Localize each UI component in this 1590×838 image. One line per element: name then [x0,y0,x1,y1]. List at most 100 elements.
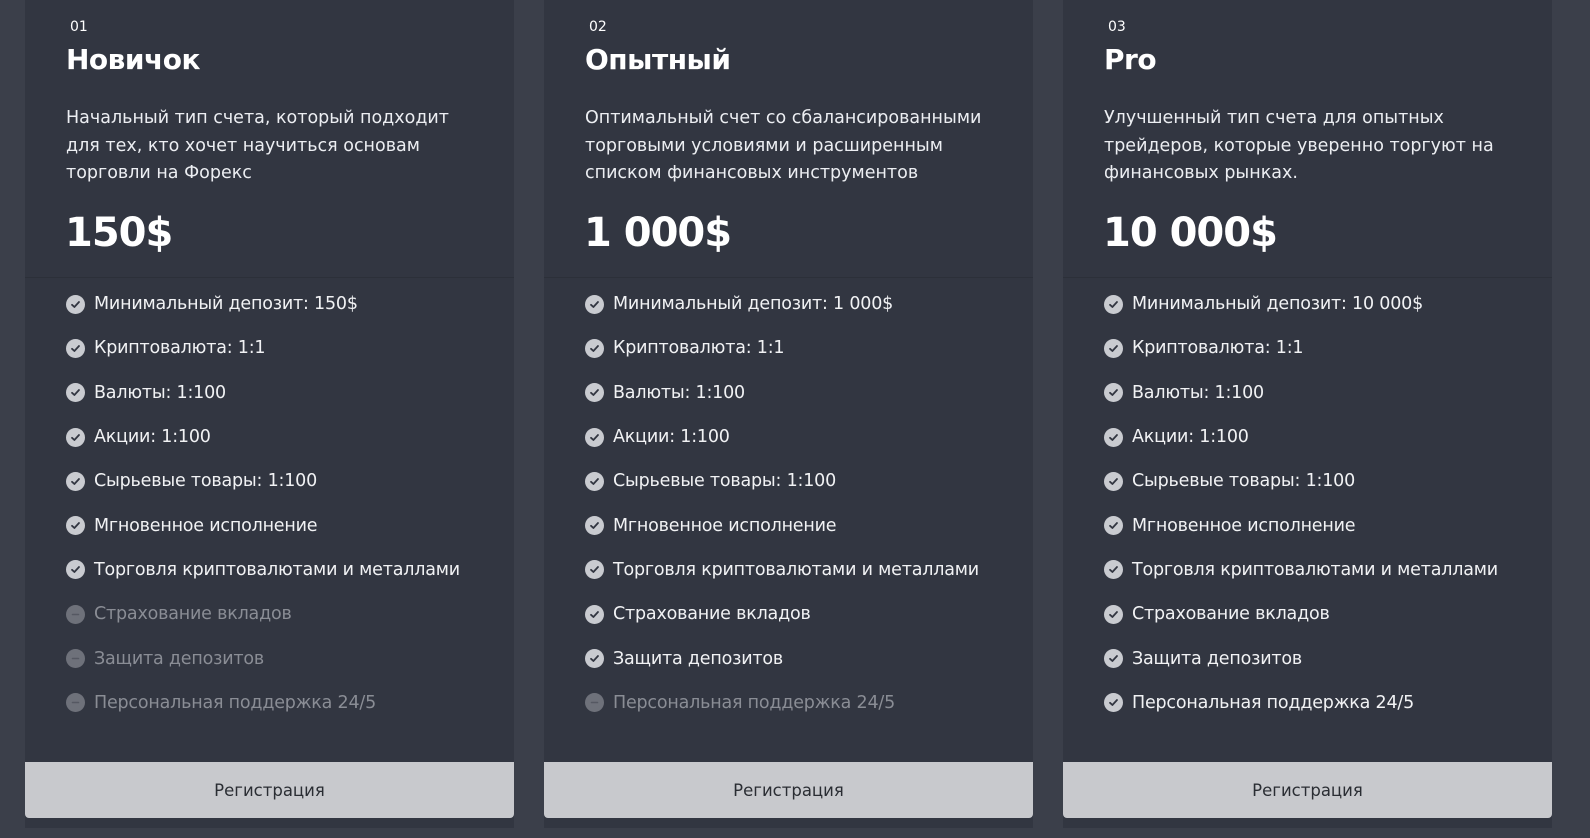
feature-label: Акции: 1:100 [94,427,211,448]
feature-item: Акции: 1:100 [66,415,506,459]
check-circle-icon [1104,516,1123,536]
check-circle-icon [585,383,604,403]
check-circle-icon [1104,383,1123,403]
feature-item: Акции: 1:100 [585,415,1025,459]
plan-description: Начальный тип счета, который подходит дл… [66,108,450,183]
minus-circle-icon [66,693,85,713]
feature-item: Торговля криптовалютами и металлами [1104,548,1544,592]
register-button[interactable]: Регистрация [544,762,1033,818]
register-button[interactable]: Регистрация [25,762,514,818]
plan-header: 01 Новичок Начальный тип счета, который … [25,0,514,278]
feature-item: Валюты: 1:100 [1104,371,1544,415]
feature-item: Сырьевые товары: 1:100 [585,459,1025,503]
check-circle-icon [66,294,85,314]
feature-item: Валюты: 1:100 [585,371,1025,415]
feature-label: Торговля криптовалютами и металлами [613,559,979,580]
feature-label: Торговля криптовалютами и металлами [94,559,460,580]
check-circle-icon [66,471,85,491]
feature-label: Криптовалюта: 1:1 [613,338,785,359]
feature-label: Страхование вкладов [613,604,811,625]
minus-circle-icon [66,649,85,669]
check-circle-icon [585,560,604,580]
check-circle-icon [66,427,85,447]
feature-list: Минимальный депозит: 150$ Криптовалюта: 1… [66,282,506,725]
check-circle-icon [585,471,604,491]
feature-item: Минимальный депозит: 10 000$ [1104,282,1544,326]
minus-circle-icon [66,604,85,624]
feature-label: Страхование вкладов [94,604,292,625]
feature-label: Сырьевые товары: 1:100 [613,471,837,492]
feature-label: Криптовалюта: 1:1 [94,338,266,359]
feature-item: Торговля криптовалютами и металлами [585,548,1025,592]
check-circle-icon [1104,294,1123,314]
minus-circle-icon [585,693,604,713]
feature-item: Персональная поддержка 24/5 [66,681,506,725]
register-button[interactable]: Регистрация [1063,762,1552,818]
feature-label: Валюты: 1:100 [1132,382,1264,403]
check-circle-icon [1104,338,1123,358]
plan-price: 10 000$ [1103,210,1278,256]
plan-card-pro: 03 Pro Улучшенный тип счета для опытных … [1063,0,1552,828]
feature-label: Акции: 1:100 [1132,427,1249,448]
feature-item: Мгновенное исполнение [1104,503,1544,547]
feature-item: Торговля криптовалютами и металлами [66,548,506,592]
feature-item: Защита депозитов [585,636,1025,680]
plan-description: Улучшенный тип счета для опытных трейдер… [1104,108,1494,183]
plan-description: Оптимальный счет со сбалансированными то… [585,108,982,183]
feature-label: Мгновенное исполнение [613,515,837,536]
plan-title: Pro [1104,43,1157,76]
feature-label: Валюты: 1:100 [613,382,745,403]
plan-header: 02 Опытный Оптимальный счет со сбалансир… [544,0,1033,278]
check-circle-icon [1104,560,1123,580]
feature-item: Криптовалюта: 1:1 [66,326,506,370]
feature-label: Защита депозитов [613,648,783,669]
feature-label: Персональная поддержка 24/5 [1132,692,1415,713]
check-circle-icon [585,649,604,669]
feature-item: Защита депозитов [1104,636,1544,680]
feature-label: Минимальный депозит: 1 000$ [613,294,894,315]
feature-item: Страхование вкладов [66,592,506,636]
feature-label: Мгновенное исполнение [1132,515,1356,536]
check-circle-icon [66,516,85,536]
feature-label: Минимальный депозит: 150$ [94,294,358,315]
feature-label: Защита депозитов [94,648,264,669]
check-circle-icon [1104,427,1123,447]
feature-label: Мгновенное исполнение [94,515,318,536]
check-circle-icon [1104,604,1123,624]
pricing-plans: 01 Новичок Начальный тип счета, который … [0,0,1590,838]
feature-label: Торговля криптовалютами и металлами [1132,559,1498,580]
check-circle-icon [585,516,604,536]
feature-item: Персональная поддержка 24/5 [1104,681,1544,725]
plan-price: 1 000$ [584,210,732,256]
feature-label: Валюты: 1:100 [94,382,226,403]
check-circle-icon [1104,693,1123,713]
check-circle-icon [585,604,604,624]
feature-label: Минимальный депозит: 10 000$ [1132,294,1424,315]
feature-label: Персональная поддержка 24/5 [613,692,896,713]
feature-item: Минимальный депозит: 1 000$ [585,282,1025,326]
plan-price: 150$ [65,210,173,256]
feature-item: Валюты: 1:100 [66,371,506,415]
feature-item: Сырьевые товары: 1:100 [1104,459,1544,503]
check-circle-icon [66,338,85,358]
plan-title: Опытный [585,43,731,76]
feature-label: Сырьевые товары: 1:100 [1132,471,1356,492]
feature-item: Криптовалюта: 1:1 [585,326,1025,370]
feature-label: Криптовалюта: 1:1 [1132,338,1304,359]
plan-card-novice: 01 Новичок Начальный тип счета, который … [25,0,514,828]
feature-label: Сырьевые товары: 1:100 [94,471,318,492]
plan-number: 01 [70,19,88,35]
feature-label: Акции: 1:100 [613,427,730,448]
check-circle-icon [585,338,604,358]
plan-number: 02 [589,19,607,35]
feature-label: Персональная поддержка 24/5 [94,692,377,713]
feature-item: Криптовалюта: 1:1 [1104,326,1544,370]
feature-item: Страхование вкладов [585,592,1025,636]
feature-item: Мгновенное исполнение [585,503,1025,547]
feature-list: Минимальный депозит: 1 000$ Криптовалюта:… [585,282,1025,725]
check-circle-icon [66,560,85,580]
feature-item: Персональная поддержка 24/5 [585,681,1025,725]
feature-label: Страхование вкладов [1132,604,1330,625]
feature-item: Акции: 1:100 [1104,415,1544,459]
check-circle-icon [66,383,85,403]
